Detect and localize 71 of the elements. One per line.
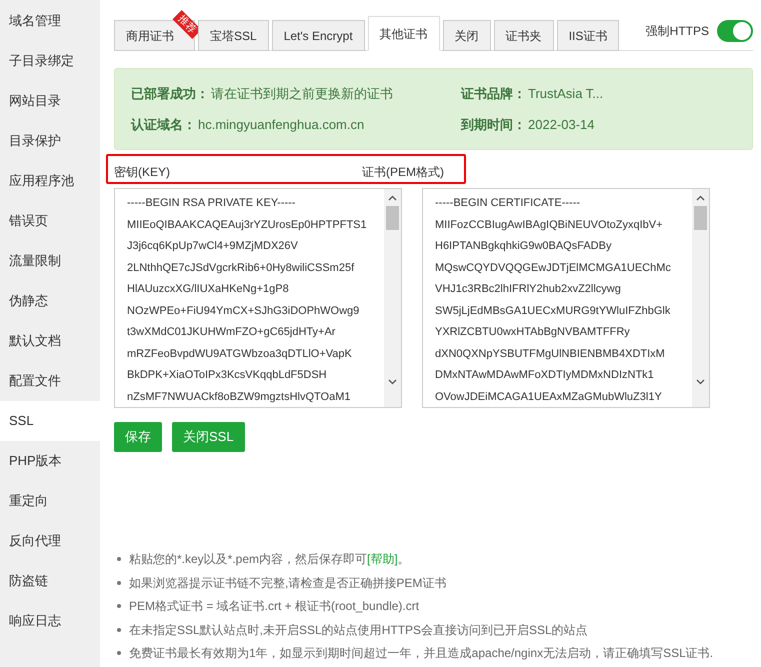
code-line: SW5jLjEdMBsGA1UECxMURG9tYWluIFZhbGlk — [435, 304, 670, 318]
sidebar-item[interactable]: 防盗链 — [0, 561, 100, 601]
scroll-thumb[interactable] — [386, 206, 399, 230]
code-line: MQswCQYDVQQGEwJDTjElMCMGA1UEChMc — [435, 260, 671, 276]
sidebar-item[interactable]: 网站目录 — [0, 81, 100, 121]
status-label: 证书品牌： — [461, 85, 526, 103]
sidebar-item[interactable]: 流量限制 — [0, 241, 100, 281]
sidebar-item[interactable]: 伪静态 — [0, 281, 100, 321]
bullet-icon — [117, 628, 121, 632]
tab[interactable]: 证书夹 — [494, 20, 554, 51]
sidebar-item[interactable]: SSL — [0, 401, 100, 441]
code-line: HlAUuzcxXG/lIUXaHKeNg+1gP8 — [127, 282, 289, 297]
code-line: OVowJDEiMCAGA1UEAxMZaGMubWluZ3l1Y — [435, 390, 662, 404]
code-line: VHJ1c3RBc2lhIFRlY2hub2xvZ2llcywg — [435, 282, 621, 297]
sidebar-item[interactable]: 默认文档 — [0, 321, 100, 361]
note-text: 粘贴您的*.key以及*.pem内容，然后保存即可 — [129, 551, 368, 568]
sidebar-item[interactable]: 错误页 — [0, 201, 100, 241]
tab[interactable]: 宝塔SSL — [198, 20, 269, 51]
code-line: MIIFozCCBIugAwIBAgIQBiNEUVOtoZyxqIbV+ — [435, 218, 663, 232]
code-line: H6IPTANBgkqhkiG9w0BAQsFADBy — [435, 239, 612, 254]
sidebar-item[interactable]: 应用程序池 — [0, 161, 100, 201]
code-line: DMxNTAwMDAwMFoXDTIyMDMxNDIzNTk1 — [435, 368, 654, 383]
tab[interactable]: IIS证书 — [556, 20, 620, 51]
status-value: TrustAsia T... — [528, 85, 604, 103]
note-text: 如果浏览器提示证书链不完整,请检查是否正确拼接PEM证书 — [129, 574, 446, 592]
code-line: BkDPK+XiaOToIPx3KcsVKqqbLdF5DSH — [127, 368, 327, 383]
bullet-icon — [117, 604, 121, 608]
code-line: nZsMF7NWUACkf8oBZW9mgztsHlvQTOaM1 — [127, 390, 350, 404]
note-text: 免费证书最长有效期为1年，如显示到期时间超过一年，并且造成apache/nginx无法启动，请正确填写SSL证书. — [129, 645, 714, 662]
code-line: 2LNthhQE7cJSdVgcrkRib6+0Hy8wiliCSSm25f — [127, 260, 354, 276]
status-label: 认证域名： — [131, 116, 196, 134]
sidebar-item[interactable]: 目录保护 — [0, 121, 100, 161]
status-value: hc.mingyuanfenghua.com.cn — [198, 116, 364, 134]
toggle-label: 强制HTTPS — [646, 23, 709, 40]
code-line: dXN0QXNpYSBUTFMgUlNBIENBMB4XDTIxM — [435, 346, 665, 362]
key-textarea[interactable] — [114, 188, 402, 408]
note-text: 在未指定SSL默认站点时,未开启SSL的站点使用HTTPS会直接访问到已开启SSL的站点 — [129, 622, 588, 639]
sidebar-item[interactable]: 响应日志 — [0, 601, 100, 641]
bullet-icon — [117, 580, 121, 585]
tab[interactable]: Let's Encrypt — [272, 20, 365, 51]
sidebar-item[interactable]: PHP版本 — [0, 441, 100, 481]
status-value: 请在证书到期之前更换新的证书 — [211, 85, 393, 103]
tab[interactable]: 关闭 — [442, 20, 491, 51]
status-value: 2022-03-14 — [528, 116, 594, 134]
sidebar-item[interactable]: 子目录绑定 — [0, 41, 100, 81]
code-line: -----BEGIN RSA PRIVATE KEY----- — [127, 196, 296, 211]
code-line: NOzWPEo+FiU94YmCX+SJhG3iDOPhWOwg9 — [127, 304, 360, 318]
bullet-icon — [117, 651, 121, 656]
sidebar-item[interactable]: 配置文件 — [0, 361, 100, 401]
code-line: -----BEGIN CERTIFICATE----- — [435, 196, 580, 211]
cert-label: 证书(PEM格式) — [362, 164, 444, 181]
sidebar-item[interactable]: 重定向 — [0, 481, 100, 521]
sidebar-item[interactable]: 反向代理 — [0, 521, 100, 561]
toggle-switch[interactable] — [717, 20, 753, 42]
scroll-thumb[interactable] — [694, 206, 707, 230]
tab[interactable]: 其他证书 — [368, 16, 440, 51]
scrollbar[interactable] — [692, 189, 709, 407]
code-line: J3j6cq6KpUp7wCl4+9MZjMDX26V — [127, 239, 298, 254]
note-text: 。 — [398, 551, 410, 568]
code-line: YXRlZCBTU0wxHTAbBgNVBAMTFFRy — [435, 325, 630, 340]
note-text: PEM格式证书 = 域名证书.crt + 根证书(root_bundle).crt — [129, 598, 420, 616]
code-line: MIIEoQIBAAKCAQEAuj3rYZUrosEp0HPTPFTS1 — [127, 218, 367, 232]
scrollbar[interactable] — [384, 189, 401, 407]
status-label: 已部署成功： — [131, 85, 209, 103]
code-line: mRZFeoBvpdWU9ATGWbzoa3qDTLlO+VapK — [127, 346, 352, 362]
cert-textarea[interactable] — [422, 188, 710, 408]
sidebar-item[interactable]: 域名管理 — [0, 1, 100, 41]
status-label: 到期时间： — [461, 116, 526, 134]
bullet-icon — [117, 557, 121, 562]
key-label: 密钥(KEY) — [114, 164, 170, 181]
code-line: t3wXMdC01JKUHWmFZO+gC65jdHTy+Ar — [127, 325, 336, 340]
